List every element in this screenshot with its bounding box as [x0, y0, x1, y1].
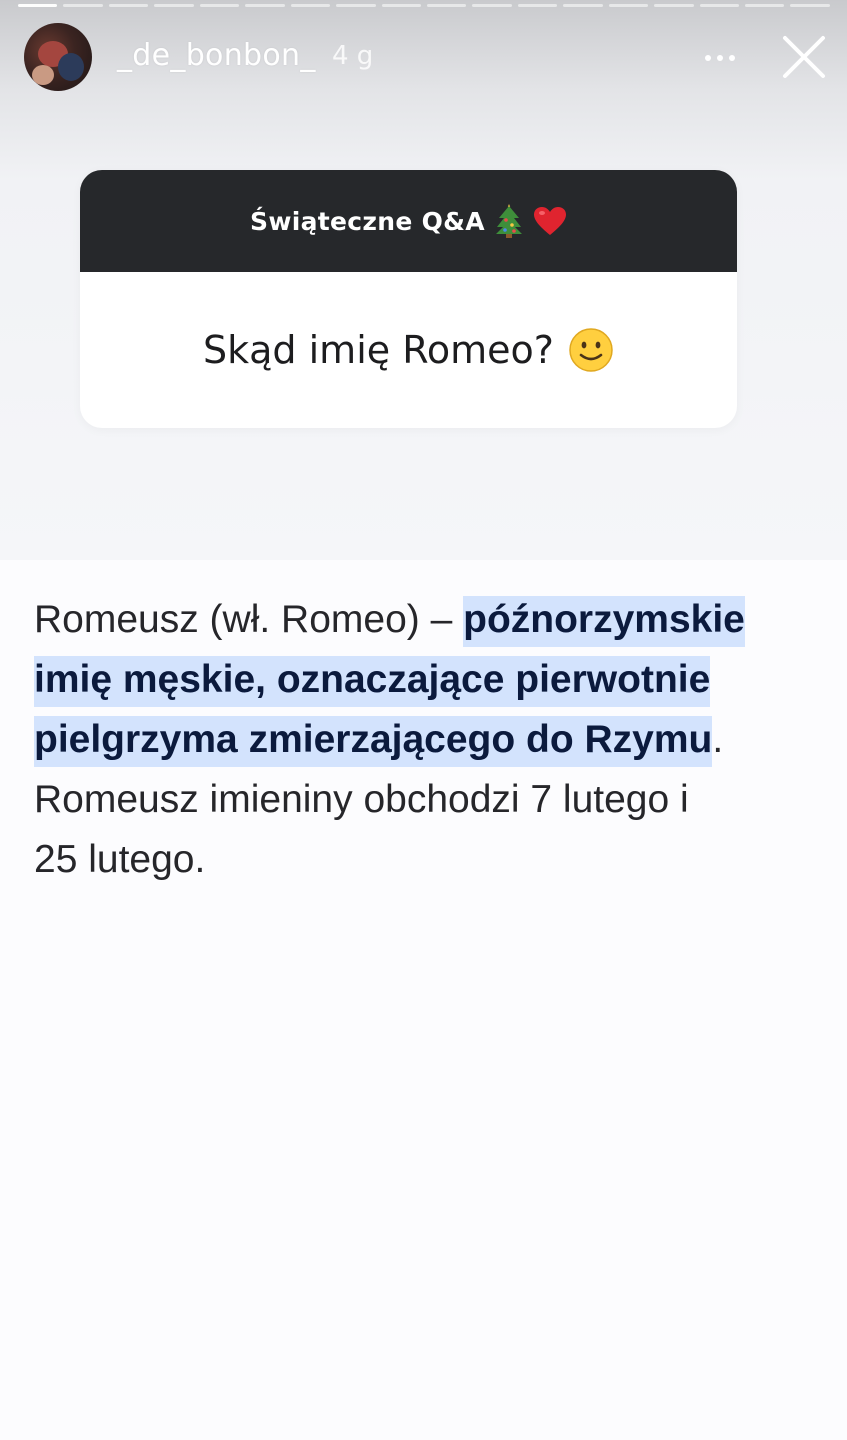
progress-segment: [517, 4, 558, 7]
story-progress-bar: [18, 4, 830, 8]
progress-segment: [108, 4, 149, 7]
qa-sticker-header: Świąteczne Q&A: [80, 170, 737, 272]
qa-title: Świąteczne Q&A: [250, 206, 485, 236]
progress-segment: [18, 4, 58, 7]
answer-highlight-3: pielgrzyma zmierzającego do Rzymu: [34, 716, 713, 767]
progress-segment: [290, 4, 331, 7]
progress-segment: [245, 4, 285, 7]
progress-segment: [336, 4, 376, 7]
answer-highlight-1: późnorzymskie: [463, 596, 745, 647]
progress-segment: [199, 4, 240, 7]
progress-segment: [745, 4, 785, 7]
progress-segment: [426, 4, 467, 7]
ellipsis-dot: [729, 55, 735, 61]
christmas-tree-icon: [495, 204, 522, 238]
progress-segment: [790, 4, 830, 7]
progress-segment: [63, 4, 103, 7]
qa-question: Skąd imię Romeo?: [80, 272, 737, 428]
progress-segment: [608, 4, 649, 7]
qa-sticker: Świąteczne Q&A Skąd imię Romeo?: [80, 170, 737, 428]
close-icon: [783, 36, 825, 78]
progress-segment: [654, 4, 694, 7]
progress-segment: [154, 4, 194, 7]
question-text: Skąd imię Romeo?: [203, 328, 554, 372]
ellipsis-icon: [705, 55, 711, 61]
close-button[interactable]: [781, 34, 827, 80]
smiling-face-icon: [569, 328, 613, 372]
progress-segment: [699, 4, 739, 7]
red-heart-icon: [533, 207, 566, 235]
progress-segment: [563, 4, 603, 7]
progress-segment: [472, 4, 512, 7]
answer-line-5: 25 lutego.: [34, 838, 206, 881]
answer-intro: Romeusz (wł. Romeo) –: [34, 598, 464, 641]
progress-segment: [381, 4, 421, 7]
answer-text: Romeusz (wł. Romeo) – późnorzymskie imię…: [34, 590, 824, 890]
username[interactable]: _de_bonbon_: [117, 38, 316, 73]
answer-highlight-2: imię męskie, oznaczające pierwotnie: [34, 656, 711, 707]
answer-line-4: Romeusz imieniny obchodzi 7 lutego i: [34, 778, 689, 821]
answer-period: .: [712, 718, 724, 761]
post-time: 4 g: [332, 41, 374, 71]
more-options-button[interactable]: [700, 40, 740, 76]
ellipsis-dot: [717, 55, 723, 61]
avatar[interactable]: [24, 23, 92, 91]
